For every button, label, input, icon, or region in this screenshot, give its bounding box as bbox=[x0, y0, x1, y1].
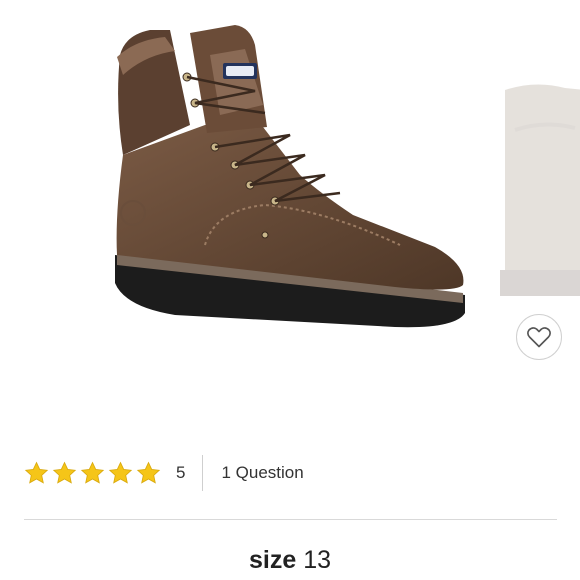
questions-link[interactable]: 1 Question bbox=[221, 463, 303, 483]
star-icon bbox=[52, 461, 77, 484]
size-label: size bbox=[248, 546, 297, 574]
separator bbox=[202, 455, 204, 491]
product-image[interactable] bbox=[95, 15, 475, 345]
review-count[interactable]: 5 bbox=[176, 463, 185, 483]
star-rating[interactable] bbox=[24, 461, 161, 486]
size-value: 13 bbox=[303, 546, 332, 574]
heart-outline-icon bbox=[527, 327, 551, 348]
star-icon bbox=[108, 461, 133, 484]
favorite-button[interactable] bbox=[516, 314, 562, 360]
next-product-image[interactable] bbox=[495, 70, 580, 310]
size-info: size 13 bbox=[0, 546, 580, 575]
star-icon bbox=[80, 461, 105, 484]
rating-summary[interactable]: 5 1 Question bbox=[24, 455, 304, 491]
star-icon bbox=[136, 461, 161, 484]
divider bbox=[24, 519, 557, 520]
image-gallery[interactable] bbox=[0, 0, 580, 420]
star-icon bbox=[24, 461, 49, 484]
